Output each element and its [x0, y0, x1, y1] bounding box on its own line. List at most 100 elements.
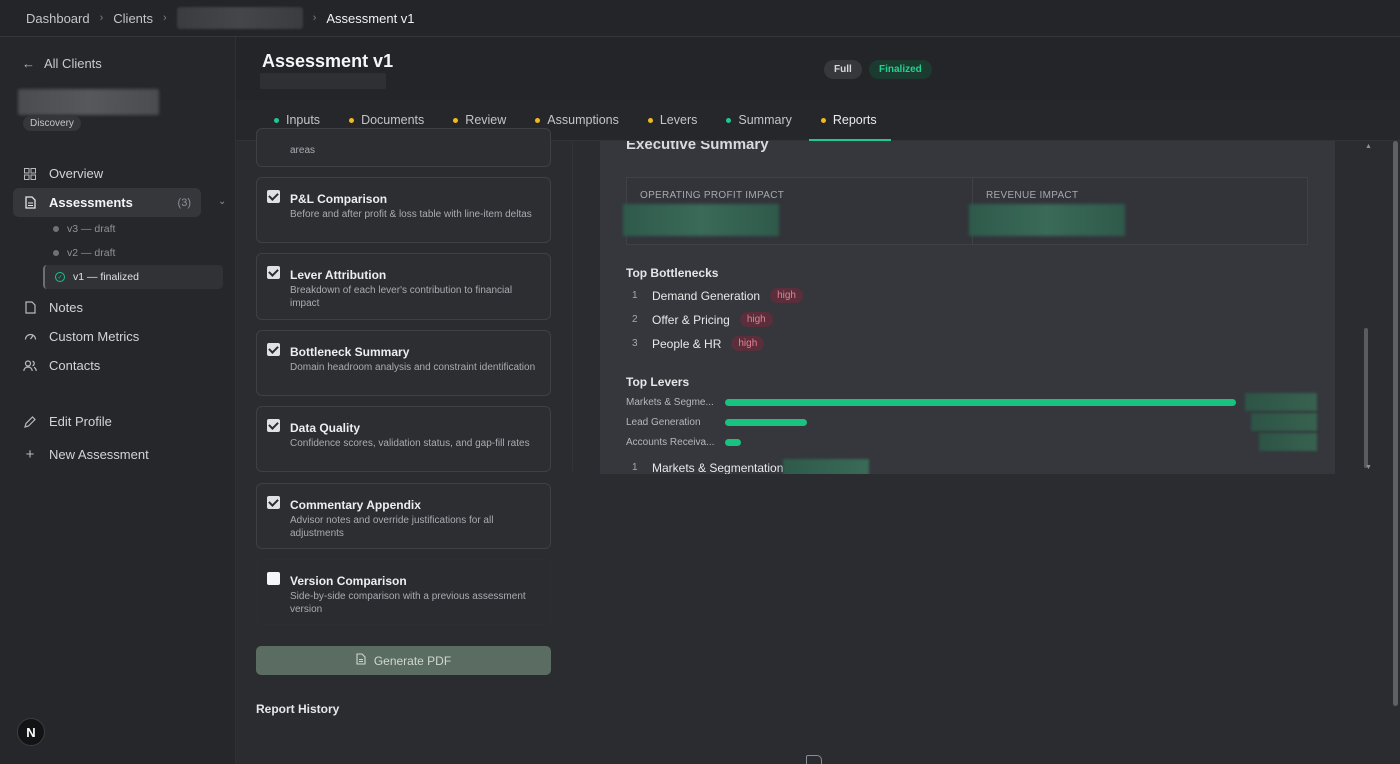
checkbox[interactable] — [267, 419, 280, 432]
report-option-lever-attribution[interactable]: Lever Attribution Breakdown of each leve… — [256, 253, 551, 320]
tab-summary[interactable]: Summary — [726, 100, 792, 141]
sidebar-item-custom-metrics[interactable]: Custom Metrics — [13, 322, 223, 351]
report-option-pl-comparison[interactable]: P&L Comparison Before and after profit &… — [256, 177, 551, 243]
chevron-right-icon: › — [312, 12, 317, 24]
severity-badge: high — [739, 312, 773, 327]
sidebar-item-overview[interactable]: Overview — [13, 159, 223, 188]
users-icon — [23, 359, 37, 373]
option-description: Domain headroom analysis and constraint … — [290, 362, 536, 373]
tab-label: Documents — [361, 113, 425, 127]
status-dot-icon — [535, 117, 541, 123]
lever-name: Markets & Segmentation — [652, 460, 784, 475]
checkbox[interactable] — [267, 190, 280, 203]
version-label: v2 — draft — [67, 247, 116, 259]
report-option-data-quality[interactable]: Data Quality Confidence scores, validati… — [256, 406, 551, 472]
option-title: Commentary Appendix — [290, 498, 421, 512]
report-preview: Executive Summary OPERATING PROFIT IMPAC… — [600, 141, 1335, 474]
assessment-versions: v3 — draft v2 — draft ✓ v1 — finalized — [43, 217, 223, 289]
tab-label: Assumptions — [547, 113, 619, 127]
status-badge: Finalized — [869, 60, 932, 79]
scrollbar-thumb[interactable] — [1393, 141, 1398, 706]
bottlenecks-heading: Top Bottlenecks — [626, 266, 719, 280]
bottleneck-row: 1 Demand Generation high — [632, 288, 803, 303]
version-item-v3[interactable]: v3 — draft — [43, 217, 223, 241]
levers-heading: Top Levers — [626, 375, 690, 389]
breadcrumb-dashboard[interactable]: Dashboard — [26, 11, 90, 26]
grid-icon — [23, 167, 37, 181]
preview-scrollbar[interactable] — [1363, 141, 1370, 474]
new-assessment-label: New Assessment — [49, 447, 149, 462]
lever-bar — [725, 418, 807, 426]
bottleneck-name: Offer & Pricing — [652, 312, 730, 327]
bottleneck-rank: 3 — [632, 338, 638, 349]
checkbox[interactable] — [267, 343, 280, 356]
metric-value-redacted — [623, 204, 779, 236]
report-history-heading: Report History — [256, 702, 340, 716]
option-description: Breakdown of each lever's contribution t… — [290, 285, 513, 309]
app-logo-avatar[interactable]: N — [17, 718, 45, 746]
scroll-up-icon[interactable]: ▲ — [1365, 143, 1372, 150]
version-item-v1[interactable]: ✓ v1 — finalized — [43, 265, 223, 289]
lever-detail-row: 1 Markets & Segmentation — [632, 459, 870, 475]
severity-badge: high — [731, 336, 765, 351]
page-title: Assessment v1 — [262, 51, 394, 71]
preview-title: Executive Summary — [626, 141, 769, 153]
lever-value-redacted — [783, 459, 870, 474]
tab-levers[interactable]: Levers — [647, 100, 697, 141]
report-option-partial[interactable]: areas — [256, 128, 551, 167]
arrow-left-icon: ← — [22, 56, 35, 71]
chevron-down-icon[interactable]: ⌄ — [218, 196, 226, 207]
breadcrumb-clients[interactable]: Clients — [113, 11, 153, 26]
lever-row: Markets & Segme... — [626, 395, 1236, 409]
option-description: Confidence scores, validation status, an… — [290, 438, 530, 449]
assessments-count: (3) — [177, 196, 191, 209]
all-clients-link[interactable]: ← All Clients — [22, 56, 102, 71]
sidebar-item-label: Notes — [49, 300, 83, 315]
page-scrollbar[interactable] — [1392, 141, 1400, 764]
option-title: Bottleneck Summary — [290, 345, 410, 359]
report-option-commentary-appendix[interactable]: Commentary Appendix Advisor notes and ov… — [256, 483, 551, 549]
report-option-version-comparison[interactable]: Version Comparison Side-by-side comparis… — [256, 559, 551, 625]
new-assessment-button[interactable]: + New Assessment — [13, 440, 223, 469]
status-dot-icon — [274, 117, 279, 123]
option-description: Before and after profit & loss table wit… — [290, 209, 532, 220]
tab-label: Reports — [832, 113, 877, 127]
report-option-bottleneck-summary[interactable]: Bottleneck Summary Domain headroom analy… — [256, 330, 551, 396]
tab-label: Summary — [738, 113, 792, 127]
generate-pdf-button[interactable]: Generate PDF — [256, 646, 551, 675]
option-title: P&L Comparison — [290, 192, 388, 206]
edit-profile-button[interactable]: Edit Profile — [13, 407, 223, 436]
metric-operating-profit: OPERATING PROFIT IMPACT — [623, 177, 974, 245]
option-description: areas — [290, 145, 316, 156]
sidebar-item-assessments[interactable]: Assessments (3) — [13, 188, 201, 217]
status-dot-icon — [726, 117, 732, 123]
tab-label: Review — [465, 113, 507, 127]
client-stage-badge: Discovery — [23, 116, 81, 131]
lever-name: Markets & Segme... — [626, 396, 714, 408]
option-title: Version Comparison — [290, 574, 407, 588]
checkbox[interactable] — [267, 266, 280, 279]
scrollbar-thumb[interactable] — [1364, 328, 1368, 468]
pencil-icon — [23, 415, 37, 429]
breadcrumb-client-redacted[interactable] — [176, 7, 303, 29]
option-title: Lever Attribution — [290, 268, 387, 282]
option-description: Advisor notes and override justification… — [290, 515, 494, 539]
option-title: Data Quality — [290, 421, 361, 435]
breadcrumb: Dashboard › Clients › › Assessment v1 — [0, 0, 1400, 37]
metric-label: REVENUE IMPACT — [986, 190, 1079, 201]
checkbox[interactable] — [267, 496, 280, 509]
sidebar-item-contacts[interactable]: Contacts — [13, 351, 223, 380]
tab-reports[interactable]: Reports — [808, 100, 891, 141]
breadcrumb-current: Assessment v1 — [326, 10, 415, 26]
version-item-v2[interactable]: v2 — draft — [43, 241, 223, 265]
sidebar-item-label: Assessments — [49, 195, 133, 210]
file-icon — [356, 653, 366, 668]
checkbox[interactable] — [267, 572, 280, 585]
sidebar-item-label: Custom Metrics — [49, 329, 140, 344]
sidebar-item-notes[interactable]: Notes — [13, 293, 223, 322]
severity-badge: high — [770, 288, 803, 303]
status-dot-icon — [349, 117, 355, 123]
sidebar-item-label: Contacts — [49, 358, 101, 373]
scroll-down-icon[interactable]: ▼ — [1365, 464, 1372, 471]
status-dot-icon — [53, 250, 59, 256]
